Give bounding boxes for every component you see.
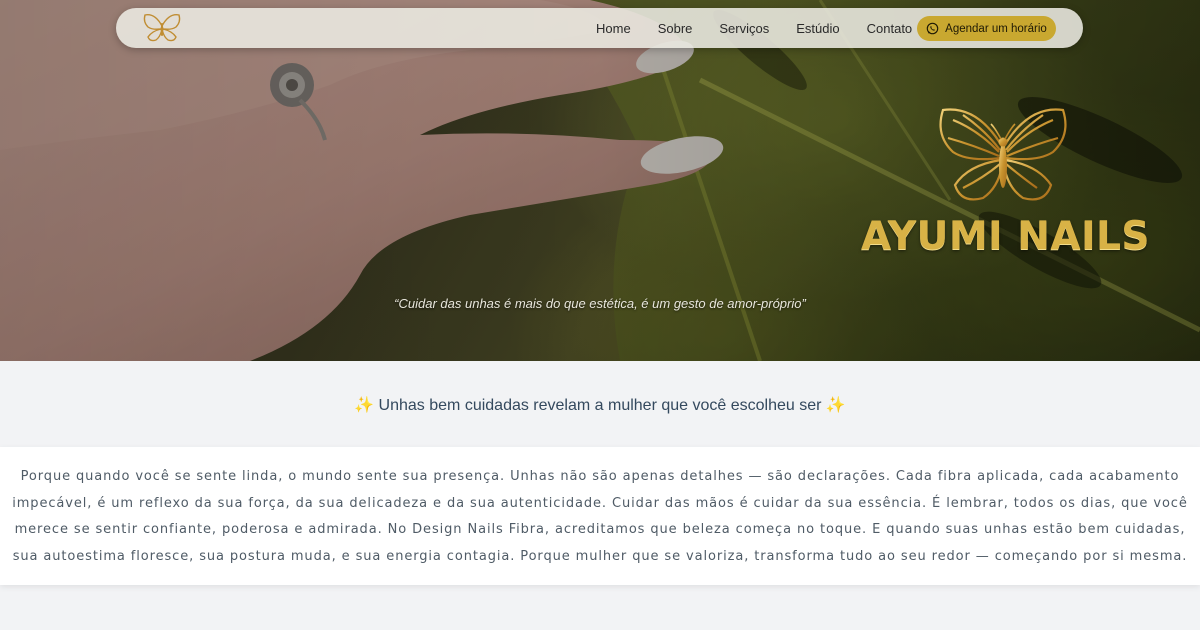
sparkle-icon: ✨ bbox=[354, 397, 375, 414]
top-navbar: Home Sobre Serviços Estúdio Contato Agen… bbox=[116, 8, 1083, 48]
nav-link-servicos[interactable]: Serviços bbox=[719, 21, 769, 36]
schedule-appointment-button[interactable]: Agendar um horário bbox=[917, 16, 1056, 41]
nav-link-sobre[interactable]: Sobre bbox=[658, 21, 693, 36]
whatsapp-icon bbox=[926, 22, 939, 35]
nav-links: Home Sobre Serviços Estúdio Contato bbox=[596, 8, 939, 48]
headline-text: Unhas bem cuidadas revelam a mulher que … bbox=[378, 397, 822, 414]
nav-link-home[interactable]: Home bbox=[596, 21, 631, 36]
hero-tagline: “Cuidar das unhas é mais do que estética… bbox=[394, 296, 806, 311]
headline: ✨ Unhas bem cuidadas revelam a mulher qu… bbox=[0, 395, 1200, 415]
nav-link-contato[interactable]: Contato bbox=[867, 21, 913, 36]
intro-paragraph: Porque quando você se sente linda, o mun… bbox=[12, 469, 1188, 564]
hero-section: AYUMI NAILS “Cuidar das unhas é mais do … bbox=[0, 0, 1200, 361]
nav-link-estudio[interactable]: Estúdio bbox=[796, 21, 839, 36]
butterfly-icon bbox=[939, 108, 1067, 201]
schedule-appointment-label: Agendar um horário bbox=[945, 22, 1047, 35]
brand-name: AYUMI NAILS bbox=[860, 214, 1151, 259]
butterfly-logo-icon[interactable] bbox=[142, 12, 182, 44]
sparkle-icon: ✨ bbox=[825, 397, 846, 414]
